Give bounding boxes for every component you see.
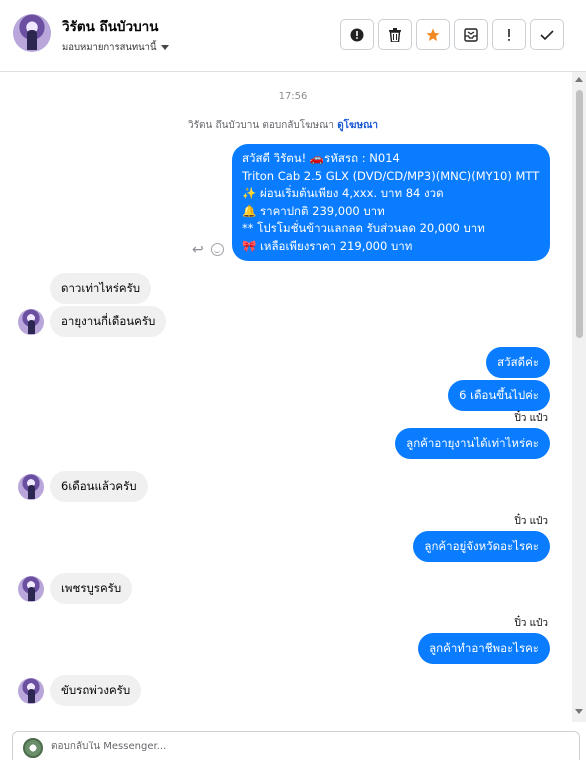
message-timestamp: 17:56 xyxy=(278,91,308,102)
mark-done-button[interactable] xyxy=(530,19,564,50)
conversation-header: วิรัตน ถึนบัวบาน มอบหมายการสนทนานี้ xyxy=(0,0,586,72)
star-icon xyxy=(426,28,440,41)
caret-down-icon xyxy=(160,45,169,50)
action-toolbar xyxy=(340,19,564,50)
avatar[interactable] xyxy=(18,678,44,704)
contact-name[interactable]: วิรัตน ถึนบัวบาน xyxy=(62,15,158,37)
ad-message-bubble: สวัสดี วิรัตน! 🚗รหัสรถ : N014 Triton Cab… xyxy=(232,144,550,261)
incoming-message: ดาวเท่าไหร่ครับ xyxy=(50,273,152,304)
scroll-up-arrow-icon[interactable] xyxy=(575,77,583,82)
outgoing-message: ลูกค้าทำอาชีพอะไรคะ xyxy=(418,633,550,664)
react-emoji-icon[interactable] xyxy=(211,243,224,256)
scrollbar-thumb[interactable] xyxy=(576,90,583,338)
ad-reply-note: วิรัตน ถึนบัวบาน ตอบกลับโฆษณา ดูโฆษณา xyxy=(0,118,566,133)
trash-icon xyxy=(389,27,401,42)
avatar[interactable] xyxy=(13,14,51,52)
seen-by-label: ปิ๋ว แป๋ว xyxy=(514,516,548,527)
incoming-message: อายุงานกี่เดือนครับ xyxy=(50,306,167,337)
ad-reply-text: วิรัตน ถึนบัวบาน ตอบกลับโฆษณา xyxy=(188,120,334,131)
move-to-inbox-button[interactable] xyxy=(454,19,488,50)
assign-conversation-dropdown[interactable]: มอบหมายการสนทนานี้ xyxy=(62,40,169,55)
ad-line: สวัสดี วิรัตน! 🚗รหัสรถ : N014 xyxy=(242,151,400,165)
ad-line: 🔔 ราคาปกติ 239,000 บาท xyxy=(242,203,385,218)
inbox-icon xyxy=(464,27,478,42)
avatar[interactable] xyxy=(18,474,44,500)
scroll-down-arrow-icon[interactable] xyxy=(575,709,583,714)
incoming-message: เพชรบูรครับ xyxy=(50,573,133,604)
assign-label: มอบหมายการสนทนานี้ xyxy=(62,42,157,53)
outgoing-message: 6 เดือนขึ้นไปค่ะ xyxy=(448,380,550,411)
outgoing-message: ลูกค้าอายุงานได้เท่าไหร่คะ xyxy=(395,428,550,459)
check-icon xyxy=(540,29,554,40)
incoming-message: ขับรถพ่วงครับ xyxy=(50,675,142,706)
star-button[interactable] xyxy=(416,19,450,50)
delete-button[interactable] xyxy=(378,19,412,50)
exclaim-icon xyxy=(508,28,510,41)
alert-circle-icon xyxy=(350,28,364,41)
ad-line: ✨ ผ่อนเริ่มต้นเพียง 4,xxx. บาท 84 งวด xyxy=(242,186,444,200)
avatar[interactable] xyxy=(18,309,44,335)
outgoing-message: ลูกค้าอยู่จังหวัดอะไรคะ xyxy=(413,531,550,562)
ad-line: 🎀 เหลือเพียงราคา 219,000 บาท xyxy=(242,238,413,253)
ad-line: Triton Cab 2.5 GLX (DVD/CD/MP3)(MNC)(MY1… xyxy=(242,168,540,183)
incoming-message: 6เดือนแล้วครับ xyxy=(50,471,148,502)
ad-line: ** โปรโมชั่นข้าวแลกลด รับส่วนลด 20,000 บ… xyxy=(242,221,485,235)
reply-input[interactable] xyxy=(51,741,551,752)
seen-by-label: ปิ๋ว แป๋ว xyxy=(514,618,548,629)
mark-important-button[interactable] xyxy=(340,19,374,50)
outgoing-message: สวัสดีค่ะ xyxy=(486,347,550,378)
page-avatar xyxy=(23,738,43,758)
seen-by-label: ปิ๋ว แป๋ว xyxy=(514,413,548,424)
reply-composer[interactable] xyxy=(12,731,580,760)
reply-icon[interactable]: ↩ xyxy=(192,242,204,258)
avatar[interactable] xyxy=(18,576,44,602)
follow-up-button[interactable] xyxy=(492,19,526,50)
view-ad-link[interactable]: ดูโฆษณา xyxy=(337,120,378,131)
